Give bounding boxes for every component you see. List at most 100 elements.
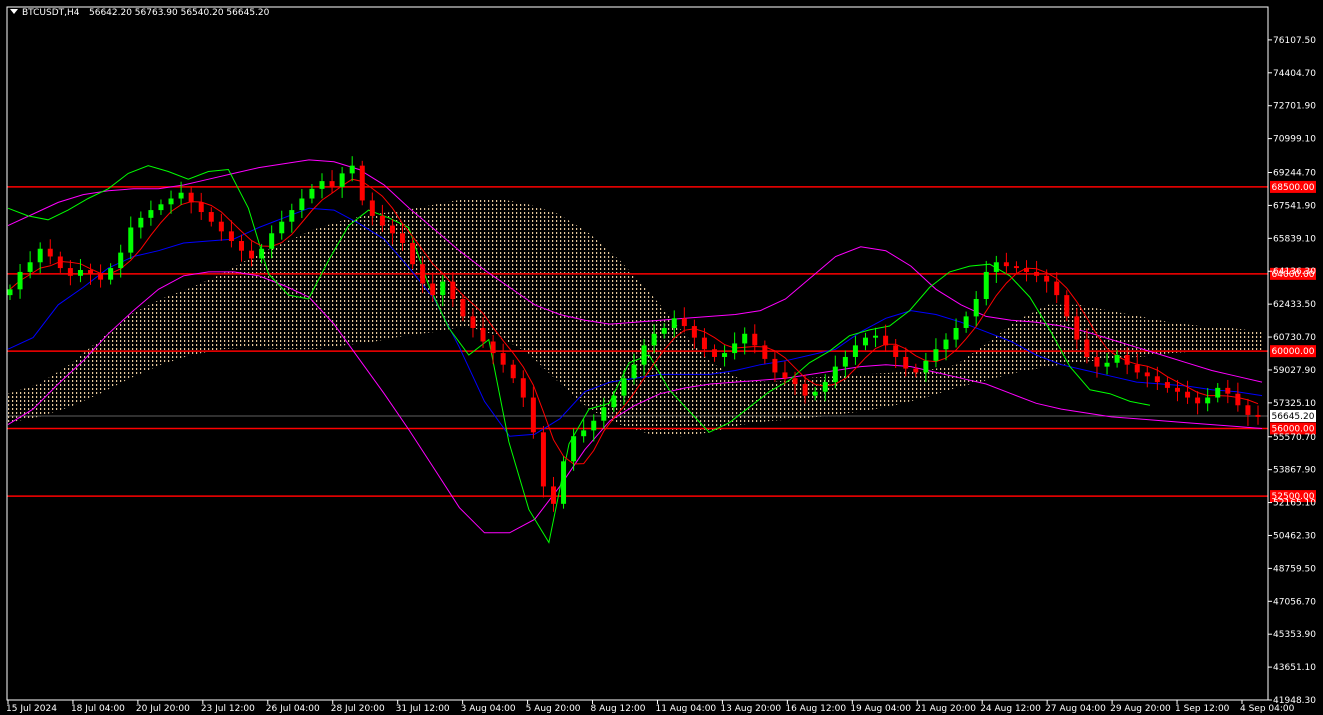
x-tick-label: 31 Jul 12:00	[396, 704, 450, 714]
candle-body	[1054, 281, 1060, 296]
candle-body	[77, 270, 83, 276]
candle-body	[440, 281, 446, 296]
chart-window[interactable]: 68500.00 64000.00 60000.00 56000.00 52500.00…	[0, 0, 1323, 715]
candle-body	[1104, 362, 1110, 367]
bull-candle	[561, 456, 567, 509]
candle-body	[490, 341, 496, 354]
candle-body	[118, 252, 124, 269]
candle-body	[1074, 316, 1080, 340]
candle-body	[1185, 391, 1191, 398]
chart-canvas[interactable]: 68500.0064000.0060000.0056000.0052500.00…	[0, 0, 1323, 715]
candle-body	[701, 337, 707, 350]
candle-body	[712, 349, 718, 357]
y-tick-label: 59027.90	[1273, 366, 1316, 376]
candle-body	[641, 345, 647, 365]
candle-body	[1064, 295, 1070, 317]
x-tick-label: 3 Aug 04:00	[461, 704, 516, 714]
candle-body	[561, 461, 567, 504]
y-tick-label: 70999.10	[1273, 135, 1316, 145]
candle-body	[1084, 339, 1090, 357]
candle-body	[208, 212, 214, 222]
candle-body	[1124, 355, 1130, 365]
candle-body	[1225, 387, 1231, 394]
candle-body	[691, 326, 697, 338]
title-bar: BTCUSDT,H4 56642.20 56763.90 56540.20 56…	[10, 8, 270, 18]
candle-body	[621, 378, 627, 396]
candle-body	[168, 198, 174, 205]
level-price-label: 68500.00	[1272, 183, 1315, 193]
candle-body	[732, 343, 738, 354]
candle-body	[520, 378, 526, 398]
candle-body	[259, 248, 265, 259]
candle-body	[1094, 356, 1100, 367]
y-tick-label: 76107.50	[1273, 36, 1316, 46]
candle-body	[852, 345, 858, 357]
candle-body	[893, 345, 899, 357]
ohlc-label: 56642.20 56763.90 56540.20 56645.20	[89, 8, 270, 18]
candle-body	[299, 198, 305, 211]
candle-body	[752, 333, 758, 346]
x-tick-label: 16 Aug 12:00	[785, 704, 846, 714]
symbol-label: BTCUSDT,H4	[22, 8, 80, 18]
candle-body	[862, 337, 868, 346]
candle-body	[218, 221, 224, 232]
x-tick-label: 1 Sep 12:00	[1175, 704, 1230, 714]
x-tick-label: 29 Aug 20:00	[1110, 704, 1171, 714]
candle-body	[369, 200, 375, 216]
candle-body	[389, 225, 395, 234]
candle-body	[7, 289, 13, 296]
x-tick-label: 28 Jul 20:00	[331, 704, 385, 714]
x-tick-label: 23 Jul 12:00	[201, 704, 255, 714]
candle-body	[762, 345, 768, 359]
candle-body	[198, 202, 204, 213]
candle-body	[430, 283, 436, 296]
candle-body	[550, 486, 556, 504]
candle-body	[148, 210, 154, 218]
candle-body	[47, 248, 53, 257]
candle-body	[812, 391, 818, 396]
candle-body	[188, 192, 194, 203]
candle-body	[681, 318, 687, 327]
candle-body	[249, 250, 255, 259]
candle-body	[1174, 387, 1180, 392]
bear-candle	[359, 160, 365, 206]
x-tick-label: 19 Aug 04:00	[850, 704, 911, 714]
y-tick-label: 60730.70	[1273, 333, 1316, 343]
y-tick-label: 47056.70	[1273, 597, 1316, 607]
candle-body	[1134, 364, 1140, 373]
y-tick-label: 57325.10	[1273, 399, 1316, 409]
candle-body	[631, 364, 637, 379]
candle-body	[158, 204, 164, 211]
candle-body	[17, 271, 23, 290]
candle-body	[591, 420, 597, 431]
candle-body	[450, 281, 456, 299]
x-tick-label: 18 Jul 04:00	[71, 704, 125, 714]
candle-body	[973, 298, 979, 317]
x-tick-label: 21 Aug 20:00	[915, 704, 976, 714]
candle-body	[349, 165, 355, 174]
candle-body	[611, 395, 617, 408]
candle-body	[923, 360, 929, 373]
x-tick-label: 20 Jul 20:00	[136, 704, 190, 714]
candle-body	[510, 364, 516, 379]
candle-body	[1245, 405, 1251, 415]
x-tick-label: 13 Aug 20:00	[720, 704, 781, 714]
candle-body	[903, 356, 909, 369]
y-tick-label: 62433.50	[1273, 300, 1316, 310]
y-tick-label: 45353.90	[1273, 630, 1316, 640]
y-tick-label: 65839.10	[1273, 234, 1316, 244]
x-tick-label: 5 Aug 20:00	[526, 704, 581, 714]
candle-body	[1235, 393, 1241, 406]
candle-body	[88, 270, 94, 274]
candle-body	[470, 316, 476, 328]
candle-body	[309, 188, 315, 199]
candle-body	[1164, 382, 1170, 388]
candle-body	[742, 333, 748, 344]
candle-body	[67, 268, 73, 276]
candle-body	[400, 233, 406, 243]
candle-body	[500, 353, 506, 365]
candle-body	[279, 221, 285, 234]
candle-body	[1003, 262, 1009, 267]
candle-body	[822, 382, 828, 392]
x-tick-label: 26 Jul 04:00	[266, 704, 320, 714]
